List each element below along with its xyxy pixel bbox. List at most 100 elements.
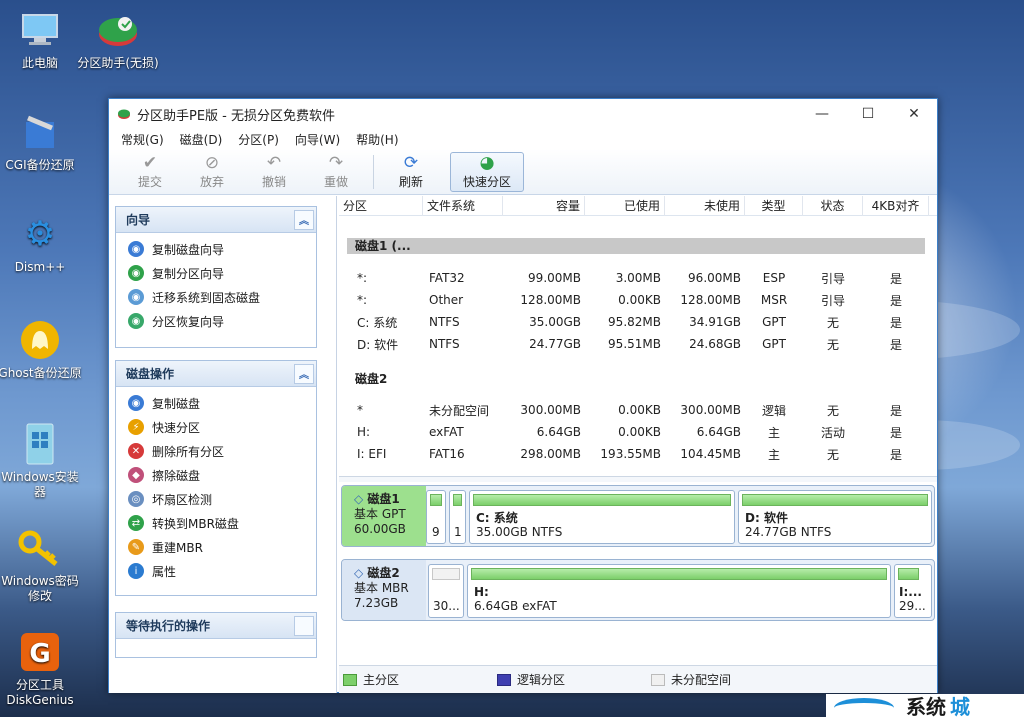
col-4k-align[interactable]: 4KB对齐 <box>863 195 929 216</box>
table-row[interactable]: * 未分配空间 300.00MB 0.00KB 300.00MB 逻辑 无 是 <box>339 399 937 421</box>
maximize-button[interactable]: ☐ <box>845 99 891 129</box>
col-capacity[interactable]: 容量 <box>503 195 585 216</box>
disk1-size: 60.00GB <box>354 522 406 536</box>
partition-c[interactable]: C: 系统 35.00GB NTFS <box>469 490 735 544</box>
partition-msr[interactable]: 1 <box>449 490 466 544</box>
undo-icon: ↶ <box>266 153 282 173</box>
desktop-icon-dism[interactable]: ⚙ Dism++ <box>0 212 82 275</box>
disk2-info[interactable]: ◇ 磁盘2 基本 MBR 7.23GB <box>342 560 426 620</box>
quick-partition-button[interactable]: ◕ 快速分区 <box>450 151 524 192</box>
partition-i[interactable]: I:... 29... <box>894 564 932 618</box>
partition-list-area: 分区 文件系统 容量 已使用 未使用 类型 状态 4KB对齐 磁盘1 (... … <box>339 195 937 693</box>
menu-general[interactable]: 常规(G) <box>113 131 172 148</box>
usage-bar <box>432 568 460 580</box>
pane-splitter[interactable] <box>339 476 937 482</box>
collapse-toggle[interactable] <box>294 615 314 636</box>
col-free[interactable]: 未使用 <box>665 195 745 216</box>
cell-status: 引导 <box>820 293 845 308</box>
op-label: 复制磁盘 <box>152 396 201 411</box>
partition-h[interactable]: H: 6.64GB exFAT <box>467 564 891 618</box>
table-row[interactable]: C: 系统 NTFS 35.00GB 95.82MB 34.91GB GPT 无… <box>339 311 937 333</box>
col-status[interactable]: 状态 <box>803 195 863 216</box>
table-row[interactable]: H: exFAT 6.64GB 0.00KB 6.64GB 主 活动 是 <box>339 421 937 443</box>
redo-button[interactable]: ↷ 重做 <box>305 152 367 192</box>
disk2-title[interactable]: 磁盘2 <box>347 370 387 387</box>
table-row[interactable]: *: FAT32 99.00MB 3.00MB 96.00MB ESP 引导 是 <box>339 267 937 289</box>
desktop-icon-password[interactable]: Windows密码修改 <box>0 526 82 604</box>
partition-d[interactable]: D: 软件 24.77GB NTFS <box>738 490 932 544</box>
desktop-icon-cgi[interactable]: CGI备份还原 <box>0 110 82 173</box>
cell-filesystem: 未分配空间 <box>429 403 490 418</box>
app-icon <box>118 109 130 119</box>
cell-filesystem: NTFS <box>429 315 460 329</box>
legend-bar: 主分区 逻辑分区 未分配空间 <box>339 665 937 693</box>
disk1-map[interactable]: ◇ 磁盘1 基本 GPT 60.00GB 9 1 C: 系统 35.00GB N… <box>341 485 935 547</box>
op-wipe-disk[interactable]: ◆ 擦除磁盘 <box>116 463 316 487</box>
submit-button[interactable]: ✔ 提交 <box>119 152 181 192</box>
op-delete-all[interactable]: ✕ 删除所有分区 <box>116 439 316 463</box>
window-titlebar[interactable]: 分区助手PE版 - 无损分区免费软件 — ☐ ✕ <box>109 99 937 129</box>
table-row[interactable]: D: 软件 NTFS 24.77GB 95.51MB 24.68GB GPT 无… <box>339 333 937 355</box>
menu-disk[interactable]: 磁盘(D) <box>172 131 231 148</box>
discard-label: 放弃 <box>199 175 224 189</box>
op-bad-sector[interactable]: ◎ 坏扇区检测 <box>116 487 316 511</box>
op-properties[interactable]: i 属性 <box>116 559 316 583</box>
partition-i-info: 29... <box>899 599 926 613</box>
refresh-label: 刷新 <box>398 175 423 189</box>
disk2-map[interactable]: ◇ 磁盘2 基本 MBR 7.23GB 30... H: 6.64GB exFAT <box>341 559 935 621</box>
desktop-icon-label: 分区工具DiskGenius <box>6 678 74 707</box>
col-partition[interactable]: 分区 <box>339 195 423 216</box>
wizard-item-label: 分区恢复向导 <box>152 314 225 329</box>
desktop-icon-ghost[interactable]: Ghost备份还原 <box>0 318 82 381</box>
desktop-icon-label: Dism++ <box>14 260 66 274</box>
undo-button[interactable]: ↶ 撤销 <box>243 152 305 192</box>
discard-button[interactable]: ⊘ 放弃 <box>181 152 243 192</box>
chevron-up-icon[interactable]: ︽ <box>294 363 314 384</box>
watermark-accent: 城 <box>950 695 970 717</box>
table-row[interactable]: I: EFI FAT16 298.00MB 193.55MB 104.45MB … <box>339 443 937 465</box>
col-used[interactable]: 已使用 <box>585 195 665 216</box>
menu-partition[interactable]: 分区(P) <box>230 131 287 148</box>
partition-label: 9 <box>432 525 440 539</box>
table-row[interactable]: *: Other 128.00MB 0.00KB 128.00MB MSR 引导… <box>339 289 937 311</box>
partition-unallocated[interactable]: 30... <box>428 564 464 618</box>
menu-help[interactable]: 帮助(H) <box>348 131 406 148</box>
refresh-icon: ⟳ <box>403 153 419 173</box>
cell-free: 96.00MB <box>688 271 741 285</box>
disk-ops-panel-title: 磁盘操作 <box>126 367 175 381</box>
cell-capacity: 99.00MB <box>528 271 581 285</box>
op-convert-mbr[interactable]: ⇄ 转换到MBR磁盘 <box>116 511 316 535</box>
watermark-logo-icon <box>834 698 894 717</box>
cell-filesystem: FAT16 <box>429 447 465 461</box>
wizard-item-label: 复制磁盘向导 <box>152 242 225 257</box>
desktop-icon-this-pc[interactable]: 此电脑 <box>0 8 82 71</box>
cell-used: 193.55MB <box>600 447 661 461</box>
disk1-title[interactable]: 磁盘1 (... <box>347 238 925 254</box>
ghost-icon <box>18 318 62 362</box>
usage-bar <box>453 494 462 506</box>
wizard-copy-partition[interactable]: ◉ 复制分区向导 <box>116 261 316 285</box>
op-rebuild-mbr[interactable]: ✎ 重建MBR <box>116 535 316 559</box>
op-label: 删除所有分区 <box>152 444 225 459</box>
desktop-icon-partition-assistant[interactable]: 分区助手(无损) <box>76 8 160 71</box>
wizard-copy-disk[interactable]: ◉ 复制磁盘向导 <box>116 237 316 261</box>
desktop-icon-windows-installer[interactable]: Windows安装器 <box>0 422 82 500</box>
chevron-up-icon[interactable]: ︽ <box>294 209 314 230</box>
col-filesystem[interactable]: 文件系统 <box>423 195 503 216</box>
desktop-icon-label: Windows密码修改 <box>1 574 79 603</box>
op-copy-disk[interactable]: ◉ 复制磁盘 <box>116 391 316 415</box>
col-type[interactable]: 类型 <box>745 195 803 216</box>
minimize-button[interactable]: — <box>799 99 845 129</box>
wizard-partition-recovery[interactable]: ◉ 分区恢复向导 <box>116 309 316 333</box>
op-quick-partition[interactable]: ⚡ 快速分区 <box>116 415 316 439</box>
cell-4k-align: 是 <box>889 271 902 286</box>
wizard-migrate-ssd[interactable]: ◉ 迁移系统到固态磁盘 <box>116 285 316 309</box>
op-label: 转换到MBR磁盘 <box>152 516 239 531</box>
close-button[interactable]: ✕ <box>891 99 937 129</box>
disk1-info[interactable]: ◇ 磁盘1 基本 GPT 60.00GB <box>342 486 426 546</box>
menu-wizard[interactable]: 向导(W) <box>287 131 348 148</box>
windows-installer-icon <box>18 422 62 466</box>
partition-esp[interactable]: 9 <box>426 490 446 544</box>
desktop-icon-diskgenius[interactable]: G 分区工具DiskGenius <box>0 630 82 708</box>
refresh-button[interactable]: ⟳ 刷新 <box>380 152 442 192</box>
